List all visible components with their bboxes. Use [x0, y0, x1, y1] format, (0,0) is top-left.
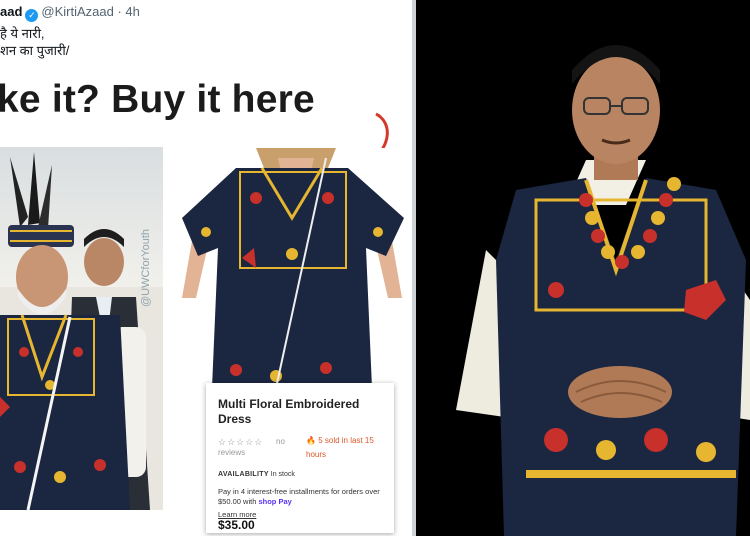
tweet-timestamp[interactable]: · 4h: [117, 4, 139, 19]
installments-copy: Pay in 4 interest-free installments for …: [218, 487, 380, 506]
fire-icon: 🔥: [306, 436, 316, 445]
product-price: $35.00: [218, 518, 255, 532]
sold-notice: 🔥 5 sold in last 15 hours: [306, 434, 386, 462]
reviews-count-b: reviews: [218, 448, 246, 457]
dress-illustration: [176, 148, 408, 388]
product-card[interactable]: Multi Floral Embroidered Dress ☆☆☆☆☆ no …: [206, 383, 394, 533]
politician-illustration: [0, 152, 163, 510]
tweet-text-line-2: शन का पुजारी/: [0, 43, 70, 58]
availability: AVAILABILITY In stock: [218, 471, 295, 478]
product-title[interactable]: Multi Floral Embroidered Dress: [218, 397, 378, 427]
rating-stars-icon: ☆☆☆☆☆: [218, 437, 264, 447]
installments-text: Pay in 4 interest-free installments for …: [218, 487, 383, 507]
portrait-illustration: [416, 0, 750, 536]
tweet-header: aad ✓ @KirtiAzaad · 4h: [0, 4, 140, 22]
availability-label: AVAILABILITY: [218, 471, 269, 478]
politician-photo: @UWCforYouth: [0, 147, 163, 510]
sold-notice-text: 5 sold in last 15 hours: [306, 436, 374, 459]
shop-pay-logo: shop Pay: [258, 497, 292, 506]
portrait-photo: [416, 0, 750, 536]
availability-value: In stock: [270, 471, 295, 478]
watermark-text: @UWCforYouth: [140, 228, 152, 307]
verified-badge-icon: ✓: [25, 9, 39, 22]
author-handle[interactable]: @KirtiAzaad: [41, 4, 113, 19]
tweet-screenshot-panel: aad ✓ @KirtiAzaad · 4h है ये नारी, शन का प…: [0, 0, 416, 536]
dress-product-photo: [176, 148, 408, 388]
meme-headline: ke it? Buy it here: [0, 78, 315, 121]
author-name[interactable]: aad: [0, 4, 22, 19]
reviews-count-a: no: [276, 437, 285, 446]
tweet-text-line-1: है ये नारी,: [0, 26, 45, 41]
